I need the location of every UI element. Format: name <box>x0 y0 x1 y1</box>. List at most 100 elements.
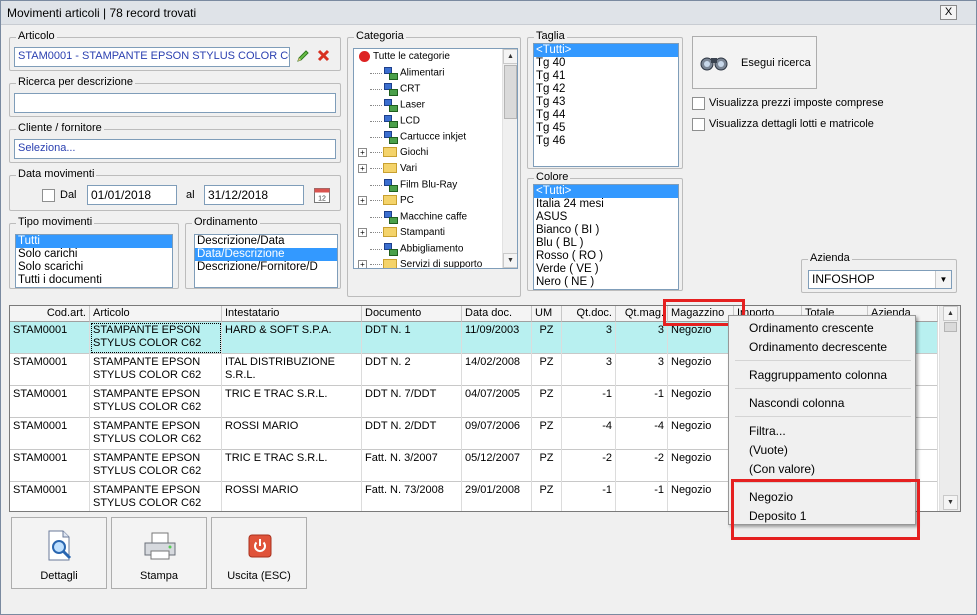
prezzi-imposte-checkbox[interactable] <box>692 97 705 110</box>
column-header[interactable]: Qt.mag. <box>616 306 668 322</box>
azienda-select[interactable]: INFOSHOP ▼ <box>808 270 952 289</box>
table-cell: PZ <box>532 386 562 418</box>
table-cell: STAMPANTE EPSON STYLUS COLOR C62 <box>90 482 222 511</box>
column-header[interactable]: Cod.art. <box>10 306 90 322</box>
table-cell: 11/09/2003 <box>462 322 532 354</box>
column-header[interactable]: Intestatario <box>222 306 362 322</box>
tree-item-label: Macchine caffe <box>400 211 468 223</box>
list-item[interactable]: Tg 46 <box>534 135 678 148</box>
list-item[interactable]: Solo scarichi <box>16 261 172 274</box>
ordinamento-list[interactable]: Descrizione/Data Data/Descrizione Descri… <box>194 234 338 288</box>
grid-scroll-thumb[interactable] <box>944 322 957 332</box>
date-to-field[interactable]: 31/12/2018 <box>204 185 304 205</box>
table-cell: Fatt. N. 73/2008 <box>362 482 462 511</box>
menu-item-group-column[interactable]: Raggruppamento colonna <box>749 368 887 382</box>
tree-item[interactable]: Alimentari <box>358 67 444 83</box>
scroll-down-arrow-icon[interactable]: ▼ <box>503 253 517 268</box>
ricerca-input[interactable] <box>14 93 336 113</box>
chevron-down-icon[interactable]: ▼ <box>935 271 951 288</box>
azienda-value: INFOSHOP <box>812 272 875 286</box>
list-item[interactable]: Bianco ( BI ) <box>534 224 678 237</box>
menu-item-sort-asc[interactable]: Ordinamento crescente <box>749 321 874 335</box>
column-header[interactable]: Data doc. <box>462 306 532 322</box>
list-item[interactable]: Tg 44 <box>534 109 678 122</box>
grid-scroll-down-arrow-icon[interactable]: ▼ <box>943 495 958 510</box>
tree-item[interactable]: LCD <box>358 115 420 131</box>
tipo-movimenti-list[interactable]: Tutti Solo carichi Solo scarichi Tutti i… <box>15 234 173 288</box>
list-item[interactable]: Rosso ( RO ) <box>534 250 678 263</box>
taglia-list[interactable]: <Tutti> Tg 40 Tg 41 Tg 42 Tg 43 Tg 44 Tg… <box>533 43 679 167</box>
tree-item[interactable]: Film Blu-Ray <box>358 179 457 195</box>
column-header[interactable]: Documento <box>362 306 462 322</box>
expand-plus-icon[interactable]: + <box>358 163 367 173</box>
list-item[interactable]: Tg 45 <box>534 122 678 135</box>
tree-item[interactable]: Tutte le categorie <box>358 51 450 67</box>
cliente-field[interactable]: Seleziona... <box>14 139 336 159</box>
dettagli-lotti-checkbox[interactable] <box>692 118 705 131</box>
tree-item[interactable]: + Stampanti <box>358 227 445 243</box>
list-item[interactable]: Verde ( VE ) <box>534 263 678 276</box>
list-item[interactable]: ASUS <box>534 211 678 224</box>
list-item[interactable]: Data/Descrizione <box>195 248 337 261</box>
menu-item-hide-column[interactable]: Nascondi colonna <box>749 396 844 410</box>
expand-plus-icon[interactable]: + <box>358 259 367 268</box>
list-item[interactable]: Tutti <box>16 235 172 248</box>
tree-item[interactable]: + Servizi di supporto <box>358 259 482 268</box>
folder-icon <box>383 147 397 158</box>
list-item[interactable]: Tg 42 <box>534 83 678 96</box>
tree-item[interactable]: Laser <box>358 99 425 115</box>
calendar-icon[interactable]: 12 <box>313 186 331 204</box>
tree-item-label: Stampanti <box>400 227 446 238</box>
expand-plus-icon[interactable]: + <box>358 227 367 237</box>
tree-item[interactable]: + PC <box>358 195 414 211</box>
menu-item-empty[interactable]: (Vuote) <box>749 443 788 457</box>
list-item[interactable]: Tg 40 <box>534 57 678 70</box>
data-movimenti-label: Data movimenti <box>16 168 97 180</box>
list-item[interactable]: Blu ( BL ) <box>534 237 678 250</box>
list-item[interactable]: Italia 24 mesi <box>534 198 678 211</box>
list-item[interactable]: Nero ( NE ) <box>534 276 678 289</box>
date-from-field[interactable]: 01/01/2018 <box>87 185 177 205</box>
categoria-tree[interactable]: Tutte le categorie Alimentari CRT Laser LCD C… <box>353 48 518 269</box>
dettagli-button[interactable]: Dettagli <box>11 517 107 589</box>
menu-item-filter[interactable]: Filtra... <box>749 424 786 438</box>
grid-scroll-up-arrow-icon[interactable]: ▲ <box>943 306 958 321</box>
tree-item[interactable]: Abbigliamento <box>358 243 463 259</box>
edit-pencil-icon[interactable] <box>296 49 310 63</box>
tree-item[interactable]: + Giochi <box>358 147 428 163</box>
delete-x-icon[interactable] <box>317 49 330 62</box>
articolo-field[interactable]: STAM0001 - STAMPANTE EPSON STYLUS COLOR … <box>14 47 290 67</box>
column-header[interactable]: Articolo <box>90 306 222 322</box>
list-item[interactable]: Tg 41 <box>534 70 678 83</box>
scroll-thumb[interactable] <box>504 65 517 119</box>
stampa-button[interactable]: Stampa <box>111 517 207 589</box>
ricerca-label: Ricerca per descrizione <box>16 76 135 88</box>
articolo-value: STAM0001 - STAMPANTE EPSON STYLUS COLOR … <box>18 50 289 62</box>
list-item[interactable]: Tg 43 <box>534 96 678 109</box>
menu-item-with-value[interactable]: (Con valore) <box>749 462 815 476</box>
expand-plus-icon[interactable]: + <box>358 147 367 157</box>
list-item[interactable]: Descrizione/Fornitore/D <box>195 261 337 274</box>
list-item[interactable]: Solo carichi <box>16 248 172 261</box>
list-item[interactable]: Descrizione/Data <box>195 235 337 248</box>
search-button[interactable]: Esegui ricerca <box>692 36 817 89</box>
expand-plus-icon[interactable]: + <box>358 195 367 205</box>
categoria-scrollbar[interactable]: ▲ ▼ <box>502 49 517 268</box>
grid-scrollbar[interactable]: ▲ ▼ <box>939 306 960 511</box>
list-item[interactable]: <Tutti> <box>534 185 678 198</box>
table-cell: STAM0001 <box>10 482 90 511</box>
tree-item[interactable]: Macchine caffe <box>358 211 467 227</box>
list-item[interactable]: Tutti i documenti <box>16 274 172 287</box>
tree-item[interactable]: Cartucce inkjet <box>358 131 466 147</box>
tree-item[interactable]: + Vari <box>358 163 417 179</box>
column-header[interactable]: Qt.doc. <box>562 306 616 322</box>
menu-item-sort-desc[interactable]: Ordinamento decrescente <box>749 340 887 354</box>
column-header[interactable]: UM <box>532 306 562 322</box>
scroll-up-arrow-icon[interactable]: ▲ <box>503 49 517 64</box>
close-button[interactable]: X <box>940 5 957 20</box>
uscita-button[interactable]: Uscita (ESC) <box>211 517 307 589</box>
tree-item[interactable]: CRT <box>358 83 420 99</box>
list-item[interactable]: <Tutti> <box>534 44 678 57</box>
dal-checkbox[interactable] <box>42 189 55 202</box>
colore-list[interactable]: <Tutti> Italia 24 mesi ASUS Bianco ( BI … <box>533 184 679 290</box>
